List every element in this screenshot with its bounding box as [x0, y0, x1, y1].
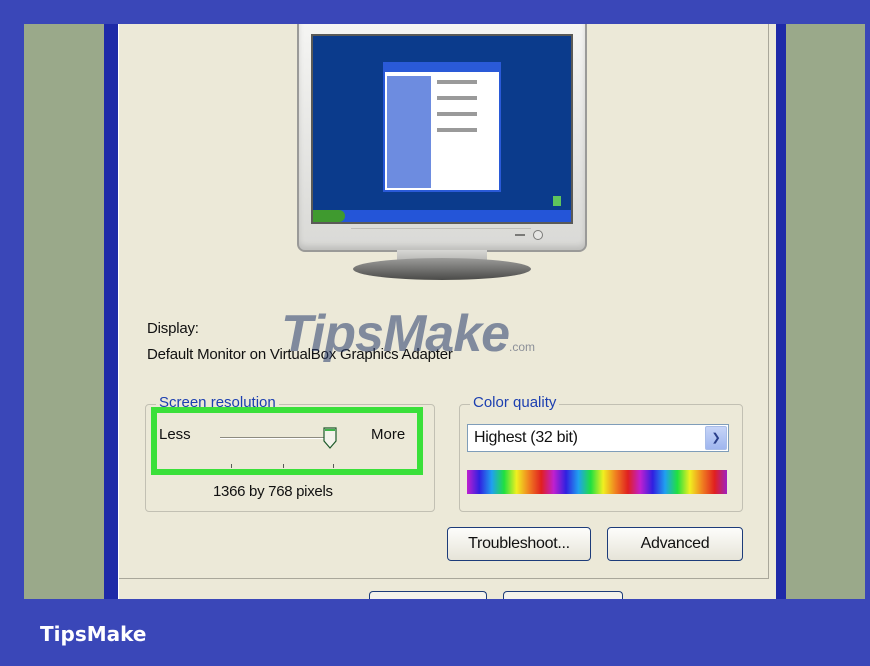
color-quality-group: Color quality — [459, 394, 743, 512]
mini-window — [383, 62, 501, 192]
mini-taskbar — [313, 210, 571, 222]
resolution-caption: 1366 by 768 pixels — [213, 483, 333, 500]
troubleshoot-button[interactable]: Troubleshoot... — [447, 527, 591, 561]
more-label: More — [371, 426, 406, 443]
settings-tab-panel: Display: Default Monitor on VirtualBox G… — [119, 24, 769, 599]
chevron-down-icon[interactable]: ❯ — [705, 426, 727, 450]
less-label: Less — [159, 426, 191, 443]
dialog-bottom-buttons-partial — [369, 591, 749, 599]
display-properties-dialog: Display: Default Monitor on VirtualBox G… — [118, 24, 776, 599]
monitor-base — [353, 258, 531, 280]
power-button-icon — [533, 230, 543, 240]
bottom-button-partial[interactable] — [503, 591, 623, 599]
color-quality-title: Color quality — [470, 394, 560, 411]
bottom-button-partial[interactable] — [369, 591, 487, 599]
left-border-strip — [104, 24, 118, 599]
color-quality-value: Highest (32 bit) — [474, 429, 578, 446]
display-label: Display: — [147, 320, 199, 337]
watermark-suffix: .com — [509, 340, 536, 354]
monitor-bezel-line — [351, 228, 531, 242]
slider-tick — [333, 464, 334, 468]
monitor-screen — [311, 34, 573, 224]
watermark-text: TipsMake — [281, 305, 510, 363]
recycle-bin-icon — [553, 196, 561, 206]
resolution-slider-thumb[interactable] — [323, 427, 337, 449]
right-border-strip — [776, 24, 786, 599]
watermark-logo: TipsMake.com — [281, 304, 641, 374]
color-quality-preview-bar — [467, 470, 727, 494]
resolution-slider-track[interactable] — [220, 437, 332, 439]
slider-tick — [231, 464, 232, 468]
footer-brand: TipsMake — [40, 622, 147, 646]
power-dash — [515, 234, 525, 236]
slider-tick — [283, 464, 284, 468]
start-button-icon — [313, 210, 345, 222]
advanced-button[interactable]: Advanced — [607, 527, 743, 561]
color-quality-select[interactable]: Highest (32 bit) ❯ — [467, 424, 729, 452]
screenshot-stage: Display: Default Monitor on VirtualBox G… — [24, 24, 865, 599]
